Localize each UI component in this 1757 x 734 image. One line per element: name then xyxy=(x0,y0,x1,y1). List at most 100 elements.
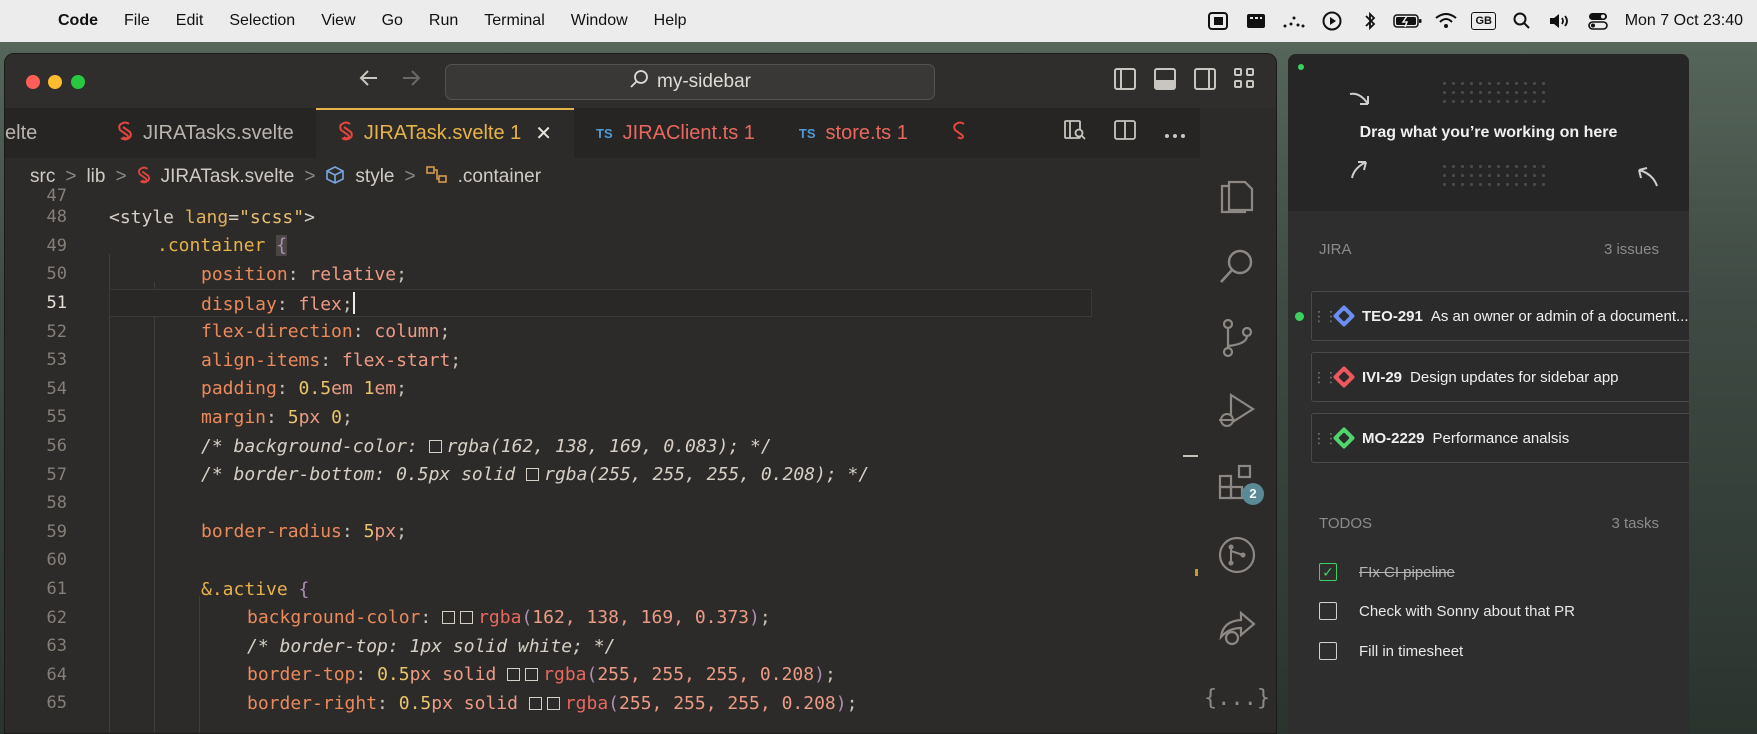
close-window-button[interactable] xyxy=(26,75,40,89)
toggle-panel-icon[interactable] xyxy=(1154,68,1176,90)
toggle-secondary-sidebar-icon[interactable] xyxy=(1194,68,1216,90)
open-preview-icon[interactable] xyxy=(1064,119,1086,147)
app-menu[interactable]: Code xyxy=(54,0,111,42)
line-number: 65 xyxy=(46,693,67,714)
menu-go[interactable]: Go xyxy=(369,0,416,42)
bluetooth-icon[interactable] xyxy=(1351,0,1389,42)
back-arrow-icon[interactable] xyxy=(357,66,381,97)
todo-text[interactable]: FIx CI pipeline xyxy=(1359,564,1455,581)
breadcrumb-item-container[interactable]: .container xyxy=(458,166,541,188)
breadcrumb-item-style[interactable]: style xyxy=(355,166,394,188)
breadcrumb-item-file[interactable]: JIRATask.svelte xyxy=(161,166,295,188)
menu-terminal[interactable]: Terminal xyxy=(471,0,557,42)
color-swatch[interactable] xyxy=(428,439,442,453)
menu-window[interactable]: Window xyxy=(558,0,641,42)
toggle-primary-sidebar-icon[interactable] xyxy=(1114,68,1136,90)
line-number: 55 xyxy=(46,407,67,428)
color-swatch[interactable] xyxy=(460,611,474,625)
menu-view[interactable]: View xyxy=(308,0,368,42)
todo-checkbox[interactable] xyxy=(1319,642,1337,660)
tab-overflow[interactable] xyxy=(930,108,990,158)
display-icon[interactable] xyxy=(1237,0,1275,42)
drag-handle-icon[interactable]: ⋮⋮ xyxy=(1312,430,1338,447)
breadcrumb-item-lib[interactable]: lib xyxy=(86,166,105,188)
todo-text[interactable]: Check with Sonny about that PR xyxy=(1359,603,1575,620)
close-icon[interactable]: ✕ xyxy=(535,121,552,146)
editor-tab-bar: elte JIRATasks.svelte JIRATask.svelte 1 … xyxy=(5,108,1200,158)
issue-type-icon xyxy=(1332,426,1356,450)
todo-checkbox[interactable] xyxy=(1319,602,1337,620)
issue-card[interactable]: ⋮⋮ TEO-291 As an owner or admin of a doc… xyxy=(1311,291,1689,341)
menu-run[interactable]: Run xyxy=(416,0,471,42)
minimize-window-button[interactable] xyxy=(48,75,62,89)
code-line: 56 /* background-color: rgba(162, 138, 1… xyxy=(5,432,1195,461)
section-count: 3 tasks xyxy=(1611,515,1659,532)
source-control-icon[interactable] xyxy=(1198,302,1276,374)
input-source-icon[interactable]: GB xyxy=(1465,0,1503,42)
volume-icon[interactable] xyxy=(1541,0,1579,42)
control-center-icon[interactable] xyxy=(1579,0,1617,42)
menu-file[interactable]: File xyxy=(111,0,163,42)
color-swatch[interactable] xyxy=(525,668,539,682)
line-number: 57 xyxy=(46,464,67,485)
live-share-icon[interactable] xyxy=(1198,591,1276,663)
code-text: border-top: 0.5px solid rgba(255, 255, 2… xyxy=(247,664,836,686)
tab-store-ts[interactable]: TS store.ts 1 xyxy=(777,108,930,158)
wifi-icon[interactable] xyxy=(1427,0,1465,42)
stage-manager-icon[interactable] xyxy=(1199,0,1237,42)
menu-help[interactable]: Help xyxy=(641,0,700,42)
drag-handle-icon[interactable]: ⋮⋮ xyxy=(1312,308,1338,325)
menu-selection[interactable]: Selection xyxy=(216,0,308,42)
color-swatch[interactable] xyxy=(442,611,456,625)
status-dot xyxy=(1298,64,1304,70)
json-icon[interactable]: {...} xyxy=(1198,663,1276,733)
forward-arrow-icon[interactable] xyxy=(399,66,423,97)
run-debug-icon[interactable] xyxy=(1198,374,1276,446)
git-graph-icon[interactable] xyxy=(1198,519,1276,591)
bars-icon[interactable] xyxy=(1275,0,1313,42)
code-line: 52 flex-direction: column; xyxy=(5,317,1195,346)
color-swatch[interactable] xyxy=(507,668,521,682)
code-text: flex-direction: column; xyxy=(201,321,451,343)
line-number: 53 xyxy=(46,350,67,371)
code-line: 59 border-radius: 5px; xyxy=(5,518,1195,547)
color-swatch[interactable] xyxy=(528,696,542,710)
line-number: 52 xyxy=(46,321,67,342)
todo-item: Fill in timesheet xyxy=(1319,642,1463,660)
todo-text[interactable]: Fill in timesheet xyxy=(1359,643,1463,660)
spotlight-icon[interactable] xyxy=(1503,0,1541,42)
line-number: 54 xyxy=(46,378,67,399)
zoom-window-button[interactable] xyxy=(71,75,85,89)
code-line: 63 /* border-top: 1px solid white; */ xyxy=(5,632,1195,661)
play-icon[interactable] xyxy=(1313,0,1351,42)
code-line: 57 /* border-bottom: 0.5px solid rgba(25… xyxy=(5,460,1195,489)
code-editor[interactable]: 47 48 <style lang="scss"> 49 .container … xyxy=(5,186,1205,733)
tab-jiraclient-ts[interactable]: TS JIRAClient.ts 1 xyxy=(574,108,777,158)
extensions-icon[interactable]: 2 xyxy=(1198,447,1276,519)
tab-jiratask-svelte[interactable]: JIRATask.svelte 1 ✕ xyxy=(315,108,575,158)
more-actions-icon[interactable] xyxy=(1164,122,1186,145)
color-swatch[interactable] xyxy=(526,468,540,482)
split-editor-icon[interactable] xyxy=(1114,120,1136,146)
todo-checkbox[interactable]: ✓ xyxy=(1319,563,1337,581)
drag-handle-icon[interactable]: ⋮⋮ xyxy=(1312,369,1338,386)
line-number: 50 xyxy=(46,264,67,285)
menu-edit[interactable]: Edit xyxy=(163,0,217,42)
svelte-icon xyxy=(338,121,354,146)
explorer-icon[interactable] xyxy=(1198,158,1276,230)
issue-card[interactable]: ⋮⋮ IVI-29 Design updates for sidebar app xyxy=(1311,352,1689,402)
search-icon[interactable] xyxy=(1198,230,1276,302)
breadcrumb-item-src[interactable]: src xyxy=(30,166,55,188)
command-center-search[interactable]: my-sidebar xyxy=(445,64,935,100)
line-number: 60 xyxy=(46,550,67,571)
tab-jiratasks-svelte[interactable]: JIRATasks.svelte xyxy=(95,108,316,158)
battery-icon[interactable] xyxy=(1389,0,1427,42)
drop-zone[interactable]: Drag what you’re working on here xyxy=(1288,54,1689,211)
tab-partial[interactable]: elte xyxy=(5,108,95,158)
customize-layout-icon[interactable] xyxy=(1234,68,1256,90)
issue-card[interactable]: ⋮⋮ MO-2229 Performance analsis xyxy=(1311,413,1689,463)
color-swatch[interactable] xyxy=(546,696,560,710)
code-text: border-right: 0.5px solid rgba(255, 255,… xyxy=(247,692,858,714)
arrow-up-right-icon xyxy=(1350,158,1370,186)
menu-bar-clock[interactable]: Mon 7 Oct 23:40 xyxy=(1617,12,1743,30)
